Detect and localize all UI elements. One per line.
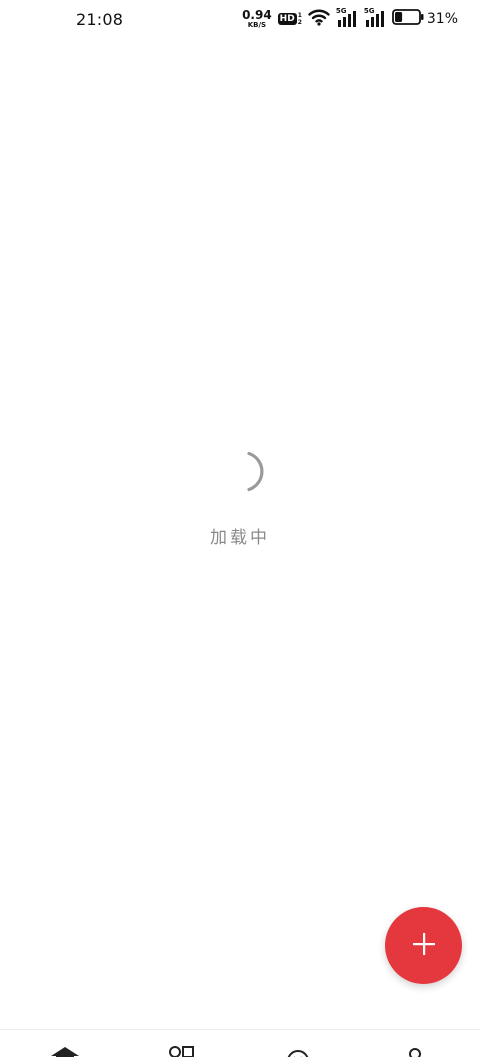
app-screen: 21:08 0.94 KB/S HD 1 2 5G 5G 31% 加载中	[0, 0, 480, 1057]
signal-icon-sim1: 5G	[336, 8, 358, 28]
network-speed: 0.94 KB/S	[242, 9, 272, 29]
network-speed-value: 0.94	[242, 8, 272, 22]
spinner-icon	[214, 450, 264, 494]
battery-icon	[391, 9, 424, 29]
plus-icon	[411, 931, 437, 961]
nav-item-category[interactable]	[164, 1044, 200, 1057]
hd-sup-bottom: 2	[297, 19, 302, 26]
nav-item-home[interactable]	[47, 1044, 83, 1057]
hd-sup-top: 1	[297, 12, 302, 19]
status-icons: 0.94 KB/S HD 1 2 5G 5G 31%	[242, 8, 458, 30]
status-time: 21:08	[76, 10, 124, 29]
add-button[interactable]	[385, 907, 462, 984]
hd-sim-indicator: 1 2	[298, 12, 302, 26]
network-speed-unit: KB/S	[247, 21, 267, 29]
signal-icon-sim2: 5G	[364, 8, 386, 28]
battery-indicator: 31%	[391, 9, 458, 29]
battery-percent: 31%	[426, 11, 458, 27]
status-bar: 21:08 0.94 KB/S HD 1 2 5G 5G 31%	[0, 0, 480, 38]
wifi-icon	[308, 8, 330, 30]
bottom-nav	[0, 1029, 480, 1057]
loading-text: 加载中	[210, 528, 270, 548]
hd-voice-icon: HD 1 2	[277, 12, 302, 26]
nav-item-message[interactable]	[280, 1044, 316, 1057]
nav-item-profile[interactable]	[397, 1044, 433, 1057]
hd-label: HD	[277, 13, 297, 25]
